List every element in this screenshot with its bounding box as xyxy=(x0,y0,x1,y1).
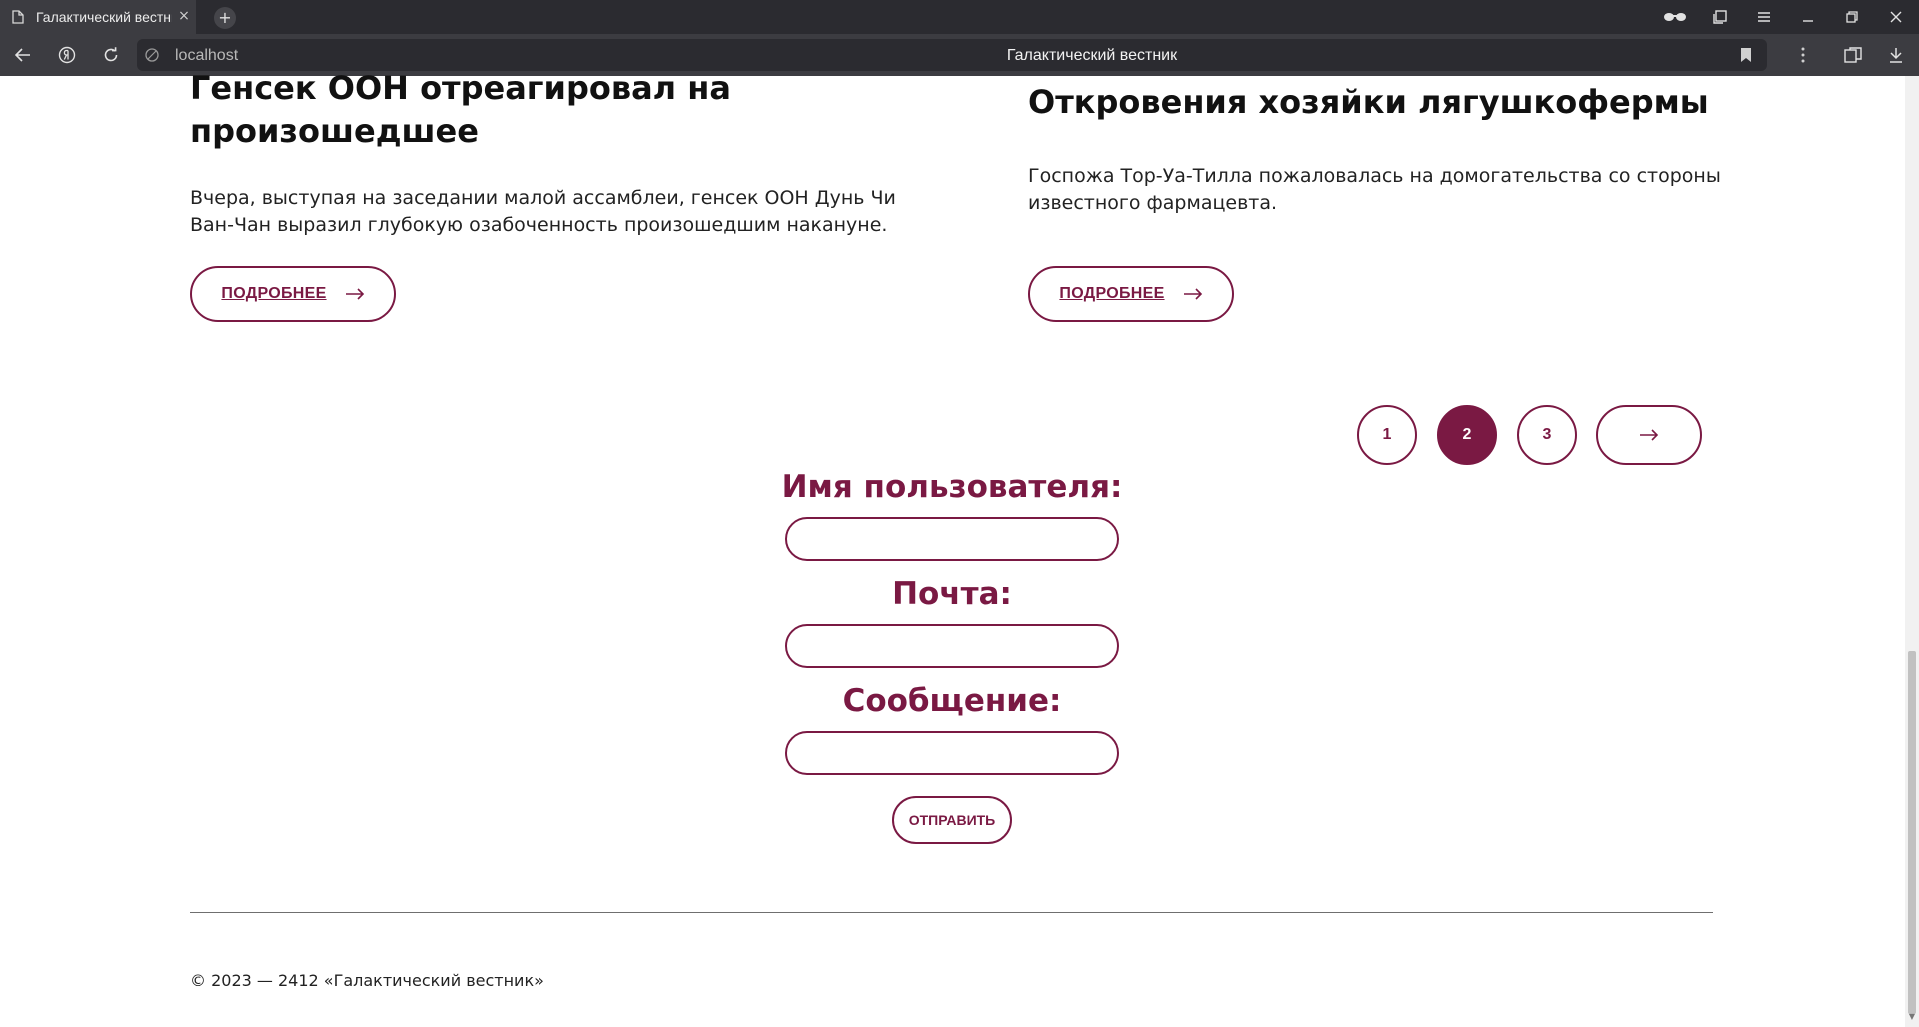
next-page-button[interactable] xyxy=(1596,405,1702,465)
minimize-icon[interactable] xyxy=(1795,5,1821,29)
read-more-label: ПОДРОБНЕЕ xyxy=(1059,285,1165,302)
url-text: localhost xyxy=(175,47,239,64)
scrollbar[interactable]: ▼ xyxy=(1905,76,1919,1027)
message-input[interactable] xyxy=(785,731,1119,775)
read-more-label: ПОДРОБНЕЕ xyxy=(221,285,327,302)
arrow-right-icon xyxy=(345,288,364,300)
tab-title: Галактический вестник xyxy=(36,9,172,25)
scroll-down-icon[interactable]: ▼ xyxy=(1908,1012,1916,1022)
footer-divider xyxy=(190,912,1713,913)
yandex-icon[interactable] xyxy=(54,43,80,67)
email-label: Почта: xyxy=(892,576,1012,612)
document-icon xyxy=(12,10,24,24)
close-window-icon[interactable] xyxy=(1883,5,1909,29)
username-label: Имя пользователя: xyxy=(781,469,1123,505)
article-text: Госпожа Тор-Уа-Тилла пожаловалась на дом… xyxy=(1028,165,1721,214)
reload-icon[interactable] xyxy=(98,43,124,67)
page-2-button[interactable]: 2 xyxy=(1437,405,1497,465)
message-label: Сообщение: xyxy=(842,683,1062,719)
restore-icon[interactable] xyxy=(1839,5,1865,29)
tab-close-icon[interactable]: × xyxy=(176,8,192,24)
url-page-title: Галактический вестник xyxy=(1006,47,1178,64)
menu-icon[interactable] xyxy=(1751,5,1777,29)
extensions-icon[interactable] xyxy=(1840,43,1866,67)
scrollbar-thumb[interactable] xyxy=(1908,651,1916,1014)
reader-mode-icon[interactable] xyxy=(1662,5,1688,29)
article-title: Генсек ООН отреагировал на произошедшее xyxy=(190,69,731,150)
page-1-button[interactable]: 1 xyxy=(1357,405,1417,465)
article-title: Откровения хозяйки лягушкофермы xyxy=(1028,83,1709,121)
read-more-button[interactable]: ПОДРОБНЕЕ xyxy=(1028,266,1234,322)
collections-icon[interactable] xyxy=(1707,5,1733,29)
arrow-right-icon xyxy=(1640,429,1659,441)
copyright-text: © 2023 — 2412 «Галактический вестник» xyxy=(190,971,544,990)
read-more-button[interactable]: ПОДРОБНЕЕ xyxy=(190,266,396,322)
download-icon[interactable] xyxy=(1883,43,1909,67)
arrow-right-icon xyxy=(1183,288,1202,300)
back-icon[interactable] xyxy=(10,43,36,67)
article-card: Откровения хозяйки лягушкофермы Госпожа … xyxy=(1028,81,1728,217)
page-3-button[interactable]: 3 xyxy=(1517,405,1577,465)
bookmark-icon[interactable] xyxy=(1739,47,1753,63)
browser-tab-bar: Галактический вестник × + xyxy=(0,0,1919,34)
site-info-icon[interactable] xyxy=(145,48,159,62)
article-text: Вчера, выступая на заседании малой ассам… xyxy=(190,187,896,236)
browser-tab[interactable]: Галактический вестник × xyxy=(0,0,196,34)
submit-button[interactable]: ОТПРАВИТЬ xyxy=(892,796,1012,844)
email-input[interactable] xyxy=(785,624,1119,668)
new-tab-button[interactable]: + xyxy=(214,7,236,29)
more-options-icon[interactable] xyxy=(1790,43,1816,67)
username-input[interactable] xyxy=(785,517,1119,561)
article-card: Генсек ООН отреагировал на произошедшее … xyxy=(190,67,910,239)
